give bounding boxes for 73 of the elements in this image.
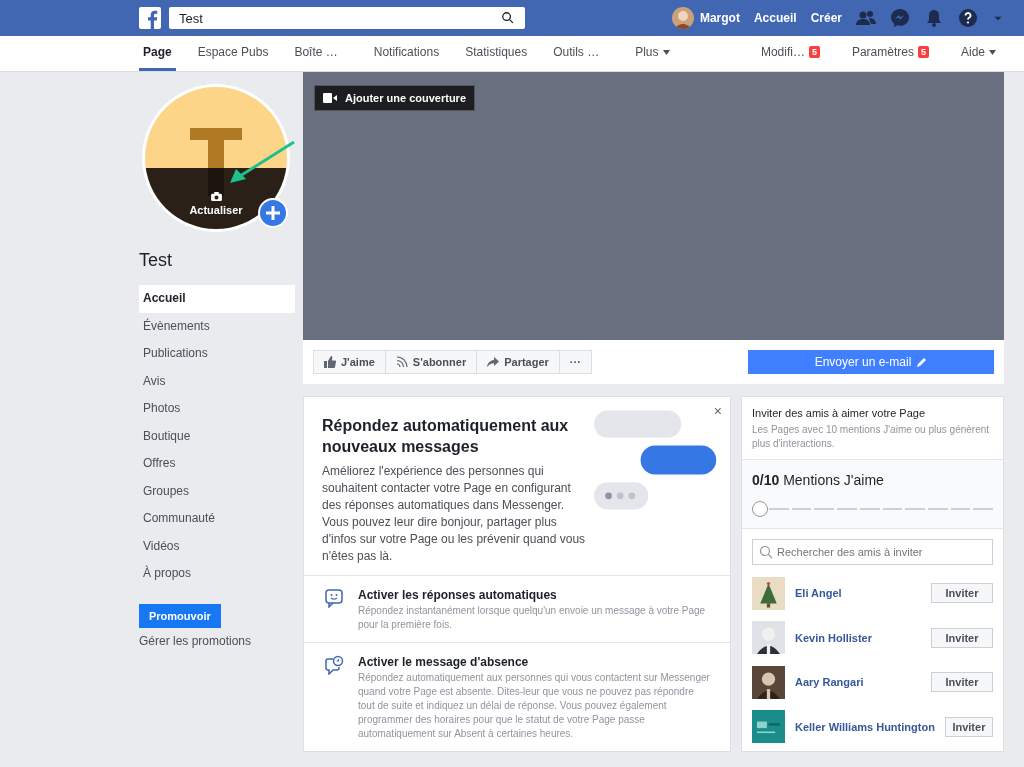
smiley-chat-icon	[324, 588, 344, 608]
invite-button[interactable]: Inviter	[931, 627, 993, 648]
nav-link[interactable]: Accueil	[753, 11, 797, 25]
friend-name[interactable]: Kevin Hollister	[795, 631, 921, 644]
invite-subtitle: Les Pages avec 10 mentions J'aime ou plus génèrent plus d'interactions.	[752, 423, 991, 451]
invite-title: Inviter des amis à aimer votre Page	[752, 407, 927, 419]
sidebar-item[interactable]: Photos	[139, 395, 295, 423]
facebook-logo-icon[interactable]	[139, 7, 161, 29]
friend-name[interactable]: Eli Angel	[795, 587, 921, 600]
invite-button[interactable]: Inviter	[931, 672, 993, 693]
help-icon[interactable]	[958, 8, 978, 28]
page-tab[interactable]: Plus	[631, 36, 674, 71]
sidebar-item[interactable]: À propos	[139, 560, 295, 588]
count-badge: 5	[917, 46, 929, 58]
sidebar-item[interactable]: Vidéos	[139, 532, 295, 560]
search-icon[interactable]	[501, 11, 515, 25]
action-button[interactable]: S'abonner	[384, 350, 478, 374]
sidebar-item[interactable]: Avis	[139, 367, 295, 395]
friend-search-field[interactable]: Rechercher des amis à inviter	[752, 539, 993, 565]
manage-promotions-link[interactable]: Gérer les promotions	[139, 633, 295, 648]
search-field[interactable]: Test	[169, 7, 525, 29]
page-tab[interactable]: Modifi… 5	[756, 36, 824, 71]
action-button[interactable]: Partager	[476, 350, 560, 374]
count-badge: 5	[808, 46, 820, 58]
action-button[interactable]: J'aime	[313, 350, 386, 374]
card-description: Améliorez l'expérience des personnes qui souhaitent contacter votre Page en configurant des réponses automatiques dans Messenger. Vous pouvez leur dire bonjour, partager plus d'infos sur votre Page ou les prévenir quand vous n'êtes pas là.	[322, 463, 586, 565]
option-description: Répondez automatiquement aux personnes qui vous contactent sur Messenger quand votre Page est absente. Dites-leur que vous ne pouvez pas répondre tout de suite et indiquez un délai de réponse. Vous pouvez également programmer des horaires pour que le statut de votre Page passe automatiquement sur Absent à certaines heures.	[358, 671, 711, 741]
close-button[interactable]: ×	[713, 403, 722, 419]
email-button[interactable]: Envoyer un e-mail	[748, 350, 994, 374]
clock-chat-icon	[324, 655, 344, 675]
sidebar-item[interactable]: Groupes	[139, 477, 295, 505]
page-tab[interactable]: Aide	[956, 36, 1000, 71]
friends-icon[interactable]	[856, 8, 876, 28]
nav-link[interactable]: Créer	[810, 11, 842, 25]
sidebar-item[interactable]: Boutique	[139, 422, 295, 450]
invite-button[interactable]: Inviter	[931, 583, 993, 604]
sidebar-item[interactable]: Accueil	[139, 285, 295, 313]
like-count: 0/10	[752, 472, 780, 488]
card-title: Répondez automatiquement aux nouveaux messages	[322, 416, 570, 457]
add-icon[interactable]	[258, 198, 288, 228]
option-title[interactable]: Activer le message d'absence	[358, 655, 712, 669]
page-tab[interactable]: Espace Pubs	[193, 36, 273, 71]
friend-name[interactable]: Aary Rangari	[795, 676, 921, 689]
page-tab[interactable]: Paramètres 5	[847, 36, 933, 71]
sidebar-item[interactable]: Évènements	[139, 312, 295, 340]
camera-icon	[210, 192, 222, 201]
sidebar-item[interactable]: Publications	[139, 340, 295, 368]
video-camera-icon	[323, 93, 337, 103]
share-arrow-icon	[487, 356, 500, 368]
action-button[interactable]: ···	[558, 350, 592, 374]
messenger-icon[interactable]	[890, 8, 910, 28]
bell-icon[interactable]	[924, 8, 944, 28]
avatar-icon	[671, 7, 694, 29]
friend-name[interactable]: Keller Williams Huntington	[795, 720, 935, 733]
page-name: Test	[139, 250, 173, 271]
page-tab[interactable]: Statistiques	[461, 36, 532, 71]
page-tab[interactable]: Outils …	[549, 36, 604, 71]
sidebar-item[interactable]: Communauté	[139, 505, 295, 533]
promote-button[interactable]: Promouvoir	[139, 603, 221, 628]
add-cover-button[interactable]: Ajouter une couverture	[314, 85, 476, 111]
option-title[interactable]: Activer les réponses automatiques	[358, 588, 712, 602]
sidebar-item[interactable]: Offres	[139, 450, 295, 478]
pencil-icon	[916, 356, 928, 368]
thumbs-up-icon	[324, 356, 336, 368]
page-tab[interactable]: Page	[139, 36, 176, 71]
like-count-label: Mentions J'aime	[783, 472, 884, 488]
profile-link[interactable]: Margot	[671, 7, 740, 29]
option-description: Répondez instantanément lorsque quelqu'un envoie un message à votre Page pour la première fois.	[358, 604, 707, 632]
update-label[interactable]: Actualiser	[189, 204, 243, 216]
rss-icon	[395, 356, 408, 368]
page-tab[interactable]: Notifications	[369, 36, 444, 71]
page-tab[interactable]: Boîte …	[290, 36, 342, 71]
invite-button[interactable]: Inviter	[944, 716, 993, 737]
